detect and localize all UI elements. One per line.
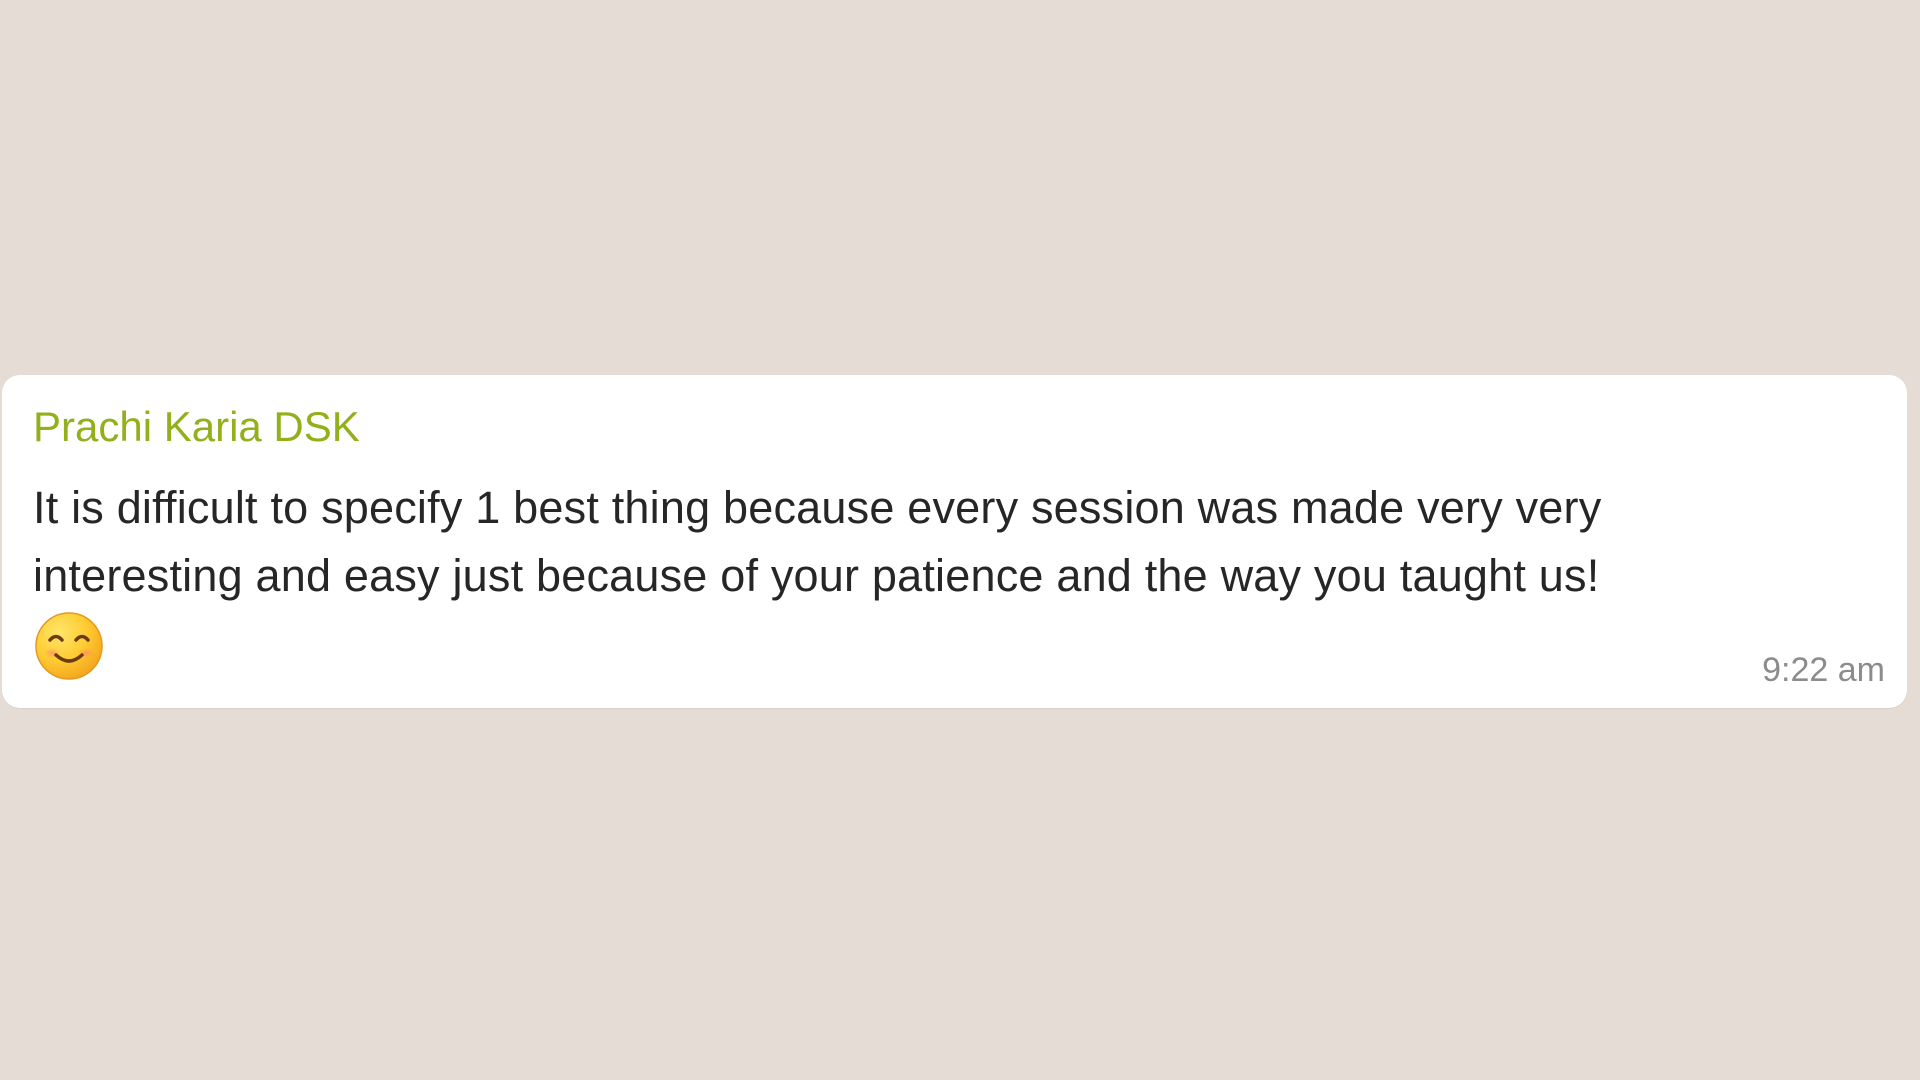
smiling-face-with-smiling-eyes-icon: [35, 612, 103, 680]
message-line: interesting and easy just because of you…: [33, 550, 1600, 601]
message-text: It is difficult to specify 1 best thing …: [33, 474, 1883, 610]
chat-background: Prachi Karia DSK It is difficult to spec…: [0, 0, 1920, 1080]
message-line: It is difficult to specify 1 best thing …: [33, 482, 1602, 533]
message-timestamp: 9:22 am: [1762, 651, 1885, 689]
sender-name[interactable]: Prachi Karia DSK: [33, 403, 360, 451]
incoming-message-bubble[interactable]: Prachi Karia DSK It is difficult to spec…: [2, 375, 1907, 708]
